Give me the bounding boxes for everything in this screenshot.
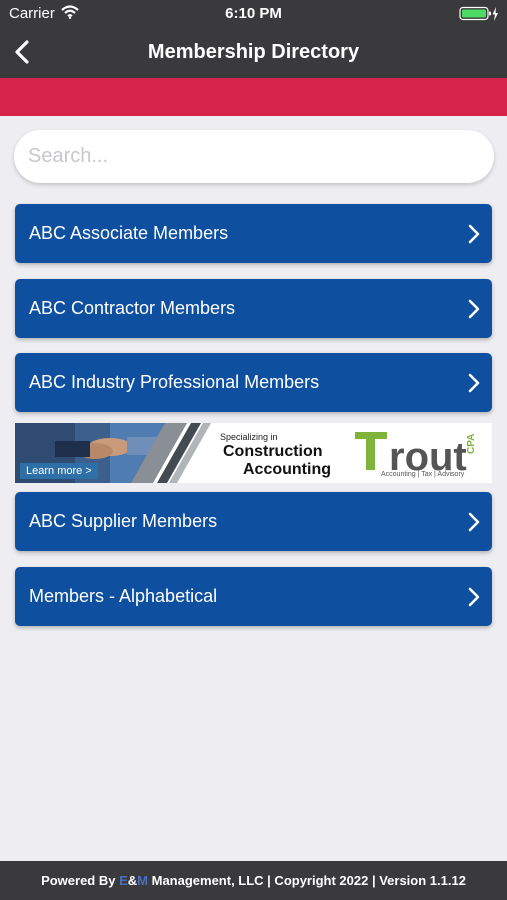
chevron-right-icon [468, 299, 480, 324]
footer: Powered By E&M Management, LLC | Copyrig… [0, 861, 507, 900]
footer-highlight-m: M [137, 873, 148, 888]
menu-item-supplier-members[interactable]: ABC Supplier Members [15, 492, 492, 551]
ad-banner[interactable]: Learn more > Specializing in Constructio… [15, 423, 492, 483]
menu-item-industry-professional-members[interactable]: ABC Industry Professional Members [15, 353, 492, 412]
ad-tagline-line1: Construction [223, 443, 323, 460]
svg-text:CPA: CPA [466, 434, 477, 454]
menu-item-label: Members - Alphabetical [29, 586, 218, 606]
svg-text:rout: rout [389, 435, 467, 474]
battery-icon [459, 6, 499, 27]
trout-cpa-logo: rout CPA [355, 432, 477, 474]
chevron-right-icon [468, 587, 480, 612]
learn-more-link[interactable]: Learn more > [20, 463, 98, 479]
page-title: Membership Directory [147, 41, 360, 63]
nav-bar: Membership Directory [0, 28, 507, 78]
search-input[interactable] [14, 130, 494, 183]
footer-prefix: Powered By [41, 873, 120, 888]
ad-tagline-small: Specializing in [220, 432, 278, 442]
menu-item-label: ABC Industry Professional Members [29, 372, 320, 392]
status-bar: Carrier 6:10 PM [0, 0, 507, 28]
menu-item-members-alphabetical[interactable]: Members - Alphabetical [15, 567, 492, 626]
footer-suffix: Management, LLC | Copyright 2022 | Versi… [148, 873, 466, 888]
ad-tagline-line2: Accounting [243, 461, 331, 478]
clock: 6:10 PM [225, 5, 282, 22]
footer-ampersand: & [127, 873, 138, 888]
menu-item-label: ABC Associate Members [29, 223, 229, 243]
menu-item-contractor-members[interactable]: ABC Contractor Members [15, 279, 492, 338]
chevron-right-icon [468, 373, 480, 398]
menu-item-associate-members[interactable]: ABC Associate Members [15, 204, 492, 263]
chevron-right-icon [468, 224, 480, 249]
menu-item-label: ABC Contractor Members [29, 298, 236, 318]
footer-highlight-e: E [119, 873, 128, 888]
accent-band [0, 78, 507, 116]
chevron-right-icon [468, 512, 480, 537]
ad-brand-subtitle: Accounting | Tax | Advisory [381, 471, 465, 478]
menu-item-label: ABC Supplier Members [29, 511, 218, 531]
